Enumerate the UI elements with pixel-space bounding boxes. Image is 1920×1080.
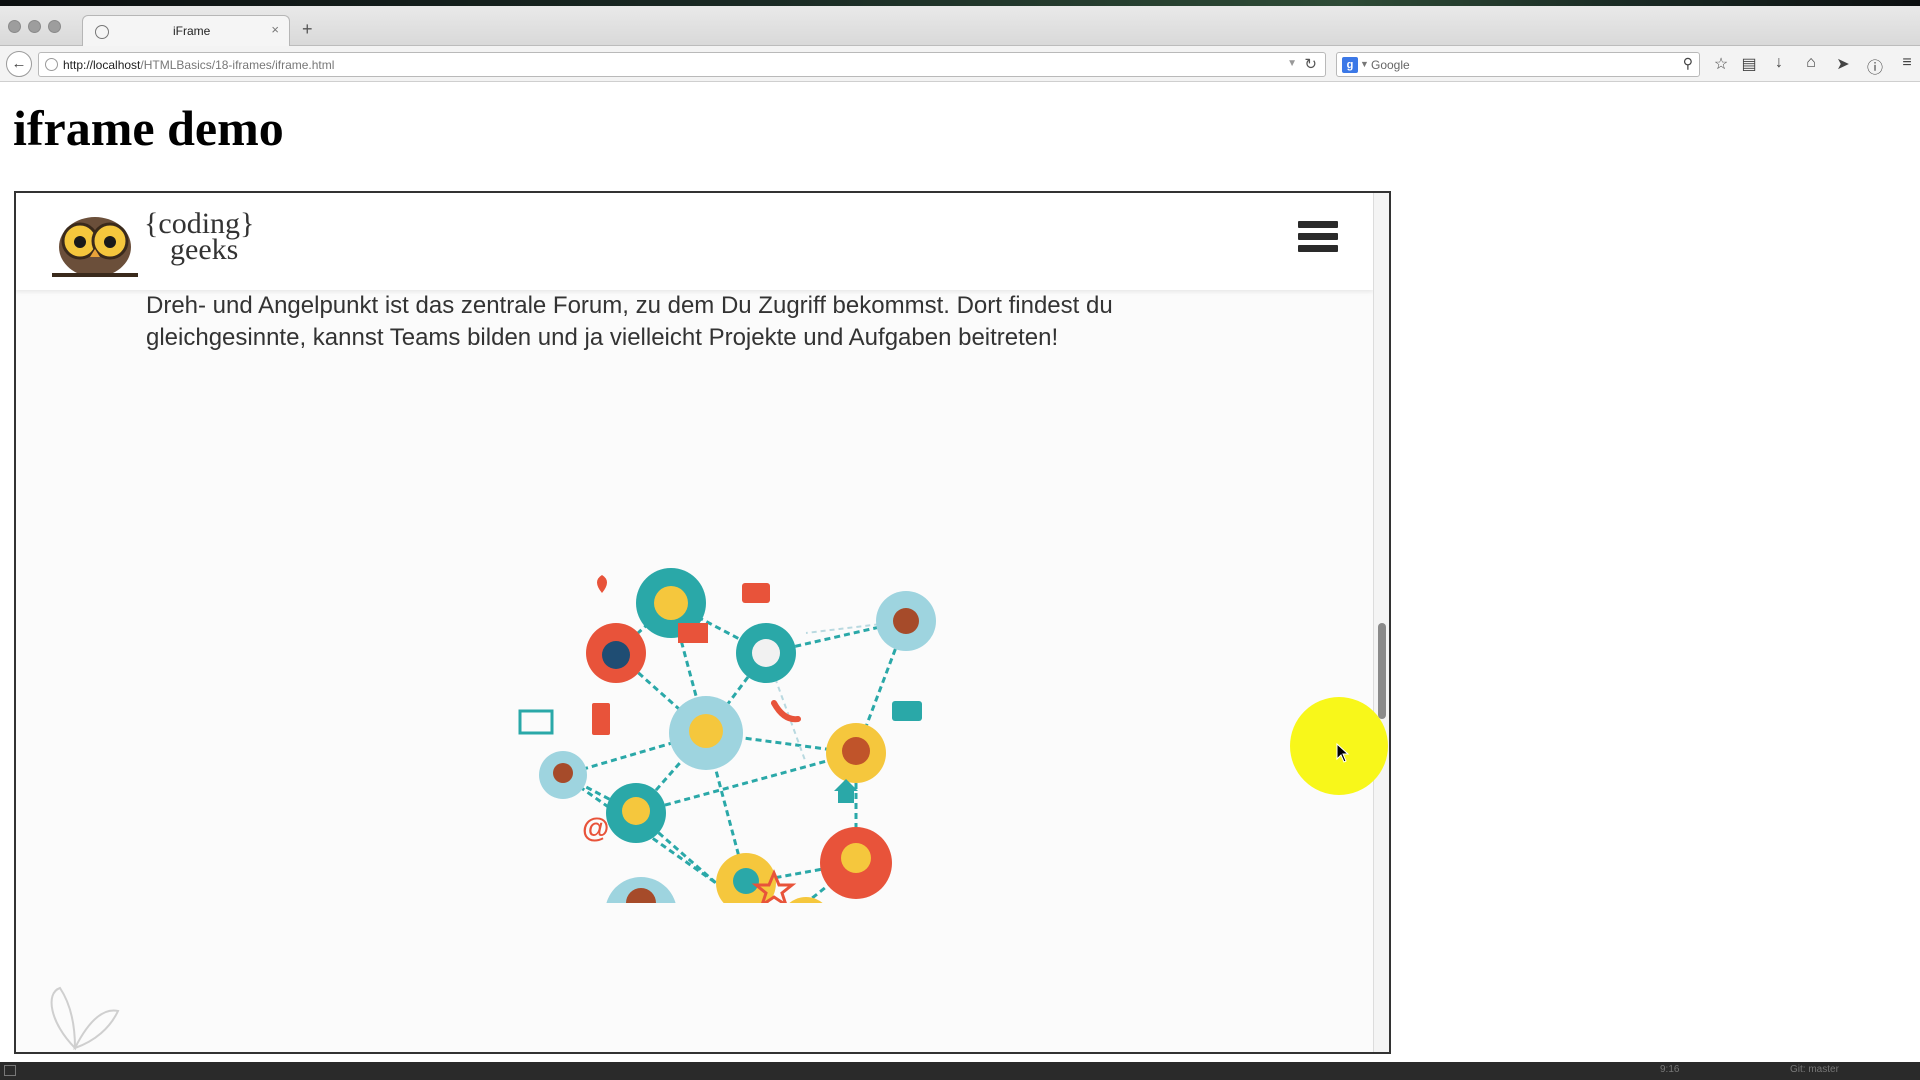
iframe-scrollbar-thumb[interactable]: [1378, 623, 1386, 719]
embedded-iframe[interactable]: {coding} geeks Dreh- und Angelpunkt ist …: [14, 191, 1391, 1054]
mouse-cursor-icon: [1336, 743, 1350, 763]
bookmark-star-icon[interactable]: ☆: [1710, 54, 1732, 74]
back-button[interactable]: ←: [6, 51, 32, 77]
reload-icon[interactable]: ↻: [1304, 55, 1317, 73]
url-path: /HTMLBasics/18-iframes/iframe.html: [140, 58, 335, 72]
arrow-left-icon: ←: [11, 55, 27, 72]
minimize-window-button[interactable]: [28, 20, 41, 33]
iframe-site-header: {coding} geeks: [16, 193, 1373, 290]
browser-tab[interactable]: iFrame ×: [82, 15, 290, 47]
url-host: http://localhost: [63, 58, 141, 72]
navigation-bar: ← http://localhost/HTMLBasics/18-iframes…: [0, 46, 1920, 82]
svg-text:@: @: [582, 812, 609, 843]
close-tab-icon[interactable]: ×: [271, 22, 279, 37]
editor-status-bar: 9:16 Git: master: [0, 1062, 1920, 1080]
site-identity-icon[interactable]: [45, 58, 58, 71]
logo-text-geeks: geeks: [170, 233, 239, 266]
butterfly-watermark-icon: [50, 986, 120, 1051]
info-icon[interactable]: ⓘ: [1864, 54, 1886, 78]
menu-icon[interactable]: ≡: [1896, 54, 1918, 72]
search-bar[interactable]: g ▼ Google ⚲: [1336, 52, 1700, 77]
page-content: iframe demo {coding} geeks Dreh- und Ang…: [0, 83, 1920, 1062]
globe-icon: [95, 25, 109, 39]
zoom-window-button[interactable]: [48, 20, 61, 33]
browser-window: iFrame × + ← http://localhost/HTMLBasics…: [0, 6, 1920, 1062]
intro-paragraph: Dreh- und Angelpunkt ist das zentrale Fo…: [146, 292, 1113, 351]
hamburger-menu-icon[interactable]: [1298, 221, 1338, 259]
home-icon[interactable]: ⌂: [1800, 54, 1822, 72]
google-engine-icon[interactable]: g: [1342, 57, 1358, 73]
tab-title: iFrame: [173, 24, 211, 38]
download-icon[interactable]: ↓: [1768, 54, 1790, 72]
owl-logo-icon[interactable]: [50, 207, 140, 279]
status-time: 9:16: [1660, 1064, 1680, 1075]
new-tab-button[interactable]: +: [302, 19, 313, 40]
panel-toggle-icon[interactable]: [4, 1065, 16, 1076]
title-bar: iFrame × +: [0, 6, 1920, 47]
search-icon[interactable]: ⚲: [1683, 55, 1693, 72]
url-dropdown-icon[interactable]: ▼: [1287, 58, 1297, 69]
reading-list-icon[interactable]: ▤: [1738, 54, 1760, 74]
engine-dropdown-icon[interactable]: ▼: [1360, 59, 1369, 69]
iframe-scrollbar[interactable]: [1373, 193, 1389, 1052]
status-git-branch: Git: master: [1790, 1064, 1839, 1075]
url-text: http://localhost/HTMLBasics/18-iframes/i…: [63, 58, 334, 72]
people-network-illustration: @: [518, 568, 936, 903]
logo-wordmark: {coding} geeks: [144, 209, 254, 266]
page-title: iframe demo: [13, 100, 284, 156]
address-bar[interactable]: http://localhost/HTMLBasics/18-iframes/i…: [38, 52, 1326, 77]
search-input[interactable]: Google: [1371, 58, 1410, 72]
send-icon[interactable]: ➤: [1832, 54, 1854, 74]
close-window-button[interactable]: [8, 20, 21, 33]
